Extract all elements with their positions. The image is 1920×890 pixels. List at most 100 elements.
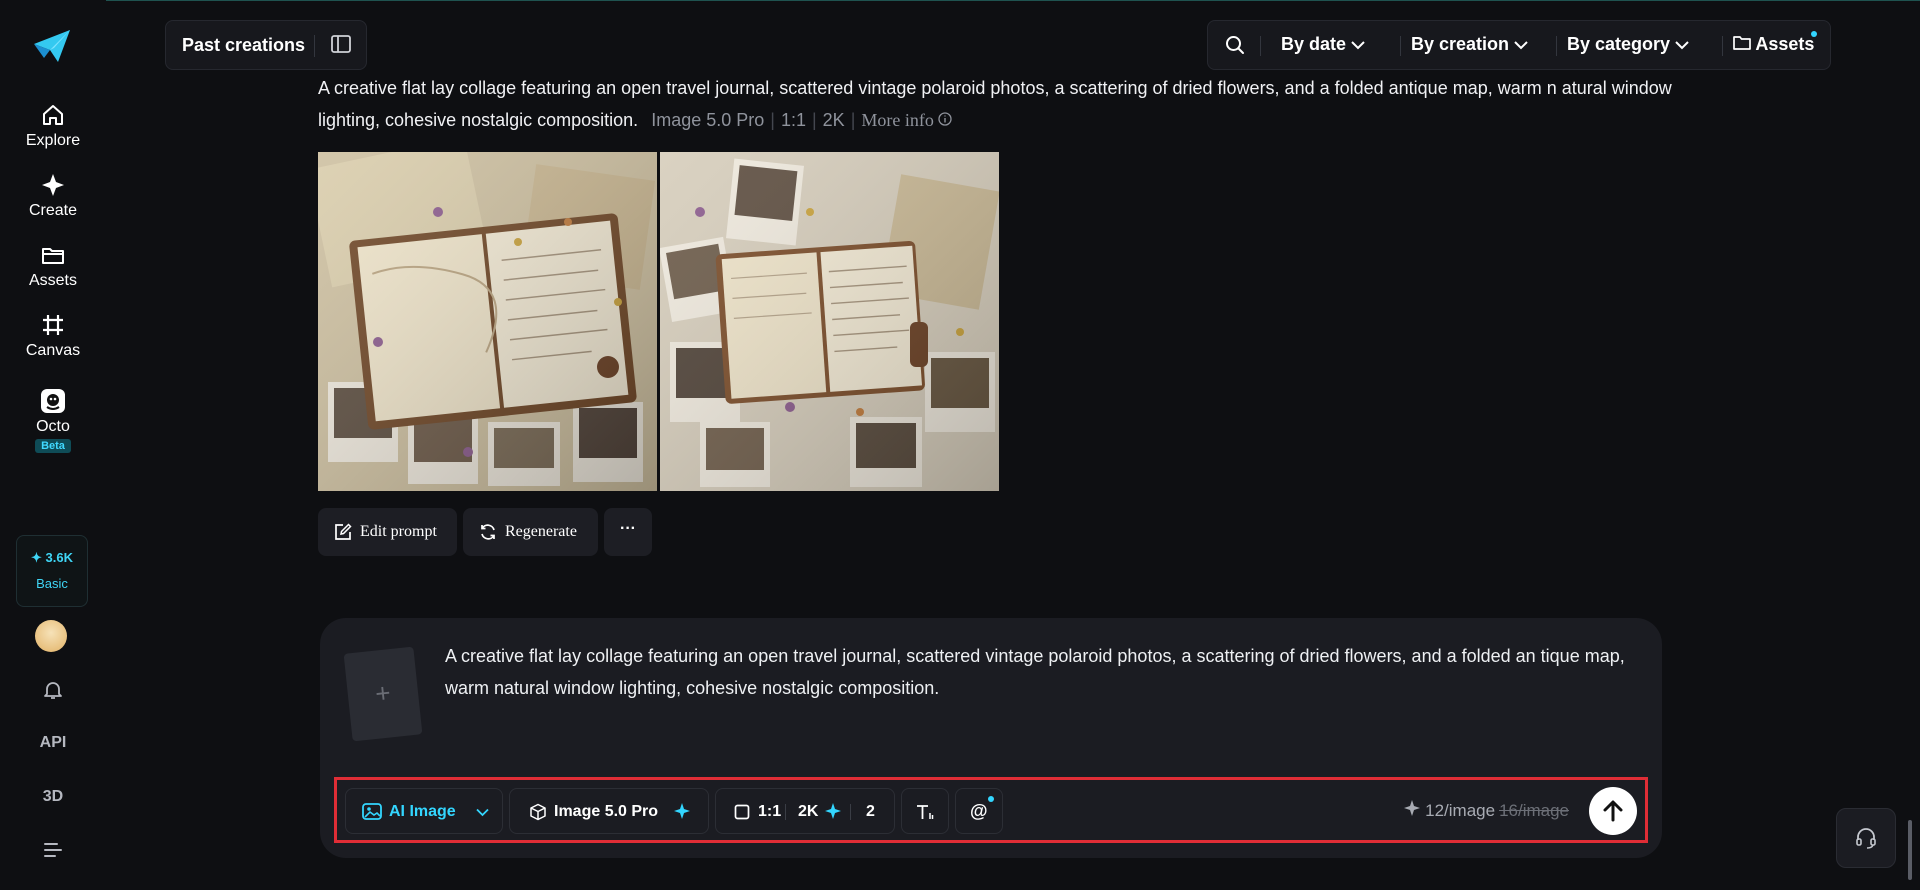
image-icon	[362, 803, 382, 820]
menu-icon	[44, 843, 62, 857]
filter-label: By category	[1567, 34, 1671, 54]
credits-widget[interactable]: ✦ 3.6K Basic	[16, 535, 88, 607]
sidebar-item-create[interactable]: Create	[0, 172, 106, 220]
divider	[785, 804, 786, 820]
folder-icon	[1733, 36, 1751, 50]
home-icon	[43, 105, 63, 125]
cube-icon	[530, 803, 546, 821]
menu-button[interactable]	[0, 840, 106, 865]
send-button[interactable]	[1589, 787, 1637, 835]
generated-image-2[interactable]	[660, 152, 999, 491]
image-count-label: 2	[866, 803, 875, 820]
sparkle-icon	[825, 803, 841, 819]
assets-label: Assets	[1755, 34, 1815, 54]
sidebar-item-label: Create	[28, 202, 78, 219]
mode-selector[interactable]: AI Image	[345, 788, 503, 834]
divider: |	[770, 110, 775, 130]
sidebar-item-assets[interactable]: Assets	[0, 242, 106, 290]
sidebar-item-label: Assets	[28, 272, 77, 289]
support-button[interactable]	[1836, 808, 1896, 868]
octo-icon	[41, 389, 65, 413]
edit-icon	[335, 523, 352, 540]
resolution-label: 2K	[822, 110, 845, 130]
notification-dot	[988, 796, 994, 802]
generation-prompt: A creative flat lay collage featuring an…	[318, 72, 1678, 136]
regenerate-button[interactable]: Regenerate	[463, 508, 598, 556]
generated-image-1[interactable]	[318, 152, 657, 491]
api-button[interactable]: API	[0, 734, 106, 752]
filter-bar: By date By creation By category Assets	[1207, 20, 1831, 70]
folder-icon	[42, 248, 64, 264]
cost-per-image: 12/image	[1425, 801, 1496, 820]
divider	[1400, 36, 1401, 56]
notifications-button[interactable]	[0, 678, 106, 707]
output-settings[interactable]: 1:1 2K 2	[715, 788, 895, 834]
filter-label: By creation	[1411, 34, 1510, 54]
resolution-label: 2K	[798, 803, 819, 820]
mode-label: AI Image	[389, 803, 456, 820]
assets-button[interactable]: Assets	[1733, 34, 1814, 55]
divider	[314, 35, 315, 57]
model-selector[interactable]: Image 5.0 Pro	[509, 788, 709, 834]
refresh-icon	[481, 524, 495, 540]
sidebar-item-label: Explore	[25, 132, 81, 149]
sparkle-icon	[674, 803, 690, 819]
chevron-down-icon	[1351, 41, 1365, 50]
plan-label: Basic	[36, 576, 68, 591]
avatar[interactable]	[35, 620, 67, 652]
more-options-button[interactable]: ···	[604, 508, 652, 556]
text-style-button[interactable]	[901, 788, 949, 834]
sparkle-icon	[42, 174, 64, 196]
plus-icon: +	[373, 677, 393, 709]
ratio-label: 1:1	[780, 110, 806, 130]
past-creations-bar: Past creations	[165, 20, 367, 70]
prompt-text: A creative flat lay collage featuring an…	[318, 78, 1672, 130]
divider: |	[811, 110, 817, 130]
arrow-up-icon	[1603, 800, 1623, 822]
edit-prompt-label: Edit prompt	[360, 523, 437, 540]
filter-by-creation[interactable]: By creation	[1411, 34, 1528, 55]
ratio-label: 1:1	[758, 803, 782, 820]
sidebar: Explore Create Assets Canvas Octo Beta ✦…	[0, 0, 106, 890]
top-accent-line	[0, 0, 1920, 1]
beta-badge: Beta	[35, 439, 71, 453]
filter-by-category[interactable]: By category	[1567, 34, 1689, 55]
prompt-input[interactable]: A creative flat lay collage featuring an…	[445, 640, 1645, 704]
past-creations-title[interactable]: Past creations	[182, 35, 305, 56]
sidebar-item-canvas[interactable]: Canvas	[0, 312, 106, 360]
search-icon[interactable]	[1224, 34, 1246, 56]
original-cost: 16/image	[1499, 801, 1569, 820]
sidebar-item-label: Octo	[36, 418, 70, 435]
filter-by-date[interactable]: By date	[1281, 34, 1365, 55]
credit-cost: 12/image 16/image	[1404, 800, 1569, 821]
chevron-down-icon	[1675, 41, 1689, 50]
scrollbar[interactable]	[1908, 820, 1912, 880]
notification-dot	[1811, 31, 1817, 37]
sidebar-item-octo[interactable]: Octo Beta	[0, 388, 106, 454]
sidebar-toggle-icon[interactable]	[330, 33, 352, 55]
mention-button[interactable]: @	[955, 788, 1003, 834]
journal-collage-image	[660, 152, 999, 491]
at-icon: @	[970, 801, 988, 821]
add-reference-image-button[interactable]: +	[343, 646, 423, 742]
headset-icon	[1856, 828, 1876, 849]
regenerate-label: Regenerate	[505, 523, 577, 540]
3d-button[interactable]: 3D	[0, 788, 106, 806]
chevron-down-icon	[476, 808, 489, 817]
sidebar-item-explore[interactable]: Explore	[0, 102, 106, 150]
model-label: Image 5.0 Pro	[554, 803, 659, 820]
sparkle-icon	[1404, 800, 1421, 816]
square-icon	[734, 804, 750, 820]
canvas-icon	[43, 315, 63, 335]
divider	[1722, 36, 1723, 56]
more-icon: ···	[620, 520, 636, 537]
sidebar-item-label: Canvas	[25, 342, 81, 359]
divider	[850, 804, 851, 820]
more-info-link[interactable]: More info	[861, 110, 953, 130]
chevron-down-icon	[1514, 41, 1528, 50]
edit-prompt-button[interactable]: Edit prompt	[318, 508, 457, 556]
model-label: Image 5.0 Pro	[651, 110, 765, 130]
info-icon	[938, 112, 953, 126]
app-logo-icon[interactable]	[32, 28, 72, 64]
text-format-icon	[917, 805, 934, 819]
